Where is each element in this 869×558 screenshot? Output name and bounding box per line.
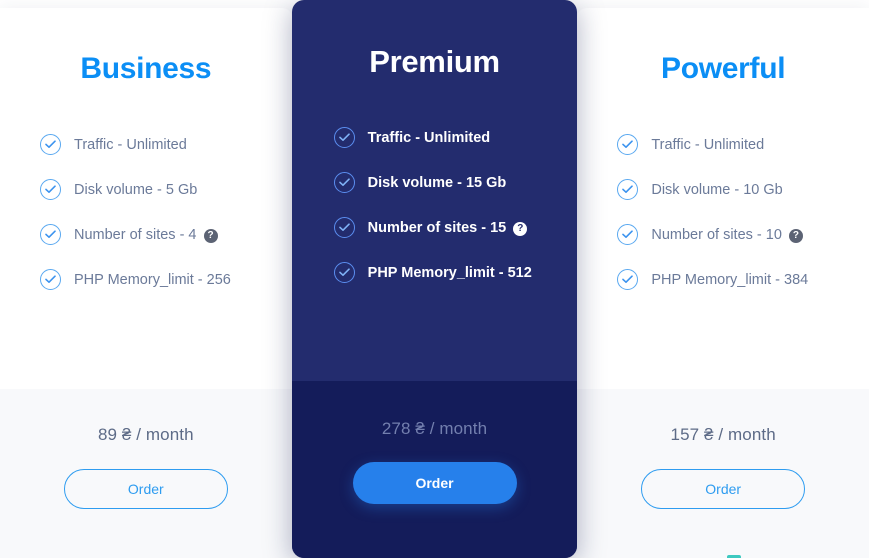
check-circle-icon (333, 262, 355, 283)
feature-label: Disk volume - 15 Gb (367, 174, 507, 191)
feature-label: Traffic - Unlimited (74, 136, 187, 153)
plan-title: Business (80, 52, 212, 85)
feature-label: Disk volume - 10 Gb (651, 181, 783, 198)
help-question-icon[interactable]: ? (513, 221, 528, 236)
check-circle-icon (333, 217, 355, 238)
order-button[interactable]: Order (641, 469, 806, 509)
check-circle-icon (40, 179, 61, 200)
order-button[interactable]: Order (63, 469, 228, 509)
check-circle-icon (40, 224, 61, 245)
feature-item: Traffic - Unlimited (40, 122, 292, 167)
plan-price: 89 ₴ / month (97, 425, 194, 444)
plan-price: 278 ₴ / month (381, 419, 488, 438)
feature-label: Number of sites - 15 (367, 219, 507, 236)
pricing-card-business: Business Traffic - Unlimited Disk volume -… (0, 8, 292, 558)
feature-item: PHP Memory_limit - 256 (40, 257, 292, 302)
feature-item: Traffic - Unlimited (617, 122, 869, 167)
check-circle-icon (617, 269, 639, 290)
feature-item: Number of sites - 15? (333, 205, 578, 250)
pricing-card-premium: Premium Traffic - Unlimited Disk volume - … (291, 0, 578, 558)
feature-item: PHP Memory_limit - 384 (617, 257, 869, 302)
feature-label: Traffic - Unlimited (367, 129, 491, 146)
pricing-card-header: Premium (292, 0, 578, 77)
check-circle-icon (617, 179, 639, 200)
help-question-icon[interactable]: ? (203, 228, 218, 243)
plan-title: Powerful (661, 52, 786, 85)
feature-list: Traffic - Unlimited Disk volume - 5 Gb Num… (0, 122, 292, 389)
plan-price: 157 ₴ / month (670, 425, 776, 444)
feature-label: Disk volume - 5 Gb (74, 181, 198, 198)
feature-item: Disk volume - 15 Gb (333, 160, 578, 205)
pricing-card-header: Powerful (577, 8, 869, 84)
pricing-plans-grid: Business Traffic - Unlimited Disk volume -… (0, 0, 869, 558)
check-circle-icon (617, 224, 639, 245)
feature-item: Disk volume - 5 Gb (40, 167, 292, 212)
order-button[interactable]: Order (352, 462, 517, 504)
plan-title: Premium (369, 44, 500, 79)
pricing-card-footer: 278 ₴ / month Order (291, 381, 578, 558)
check-circle-icon (333, 127, 355, 148)
check-circle-icon (40, 134, 61, 155)
feature-label: PHP Memory_limit - 512 (367, 264, 532, 281)
feature-item: Number of sites - 10? (617, 212, 869, 257)
feature-label: Number of sites - 4 (74, 226, 197, 243)
pricing-card-footer: 89 ₴ / month Order (0, 389, 292, 558)
feature-label: Number of sites - 10 (651, 226, 782, 243)
check-circle-icon (617, 134, 639, 155)
check-circle-icon (333, 172, 355, 193)
feature-list: Traffic - Unlimited Disk volume - 15 Gb Nu… (292, 115, 578, 381)
help-question-icon[interactable]: ? (788, 228, 803, 243)
feature-item: Disk volume - 10 Gb (617, 167, 869, 212)
feature-item: Traffic - Unlimited (333, 115, 578, 160)
pricing-card-powerful: Powerful Traffic - Unlimited Disk volume -… (577, 8, 869, 558)
feature-label: PHP Memory_limit - 256 (74, 271, 231, 288)
feature-label: Traffic - Unlimited (651, 136, 765, 153)
feature-item: PHP Memory_limit - 512 (333, 250, 578, 295)
feature-list: Traffic - Unlimited Disk volume - 10 Gb Nu… (577, 122, 869, 389)
pricing-card-header: Business (0, 8, 292, 84)
feature-label: PHP Memory_limit - 384 (651, 271, 809, 288)
check-circle-icon (40, 269, 61, 290)
pricing-card-footer: 157 ₴ / month Order (577, 389, 869, 558)
feature-item: Number of sites - 4? (40, 212, 292, 257)
